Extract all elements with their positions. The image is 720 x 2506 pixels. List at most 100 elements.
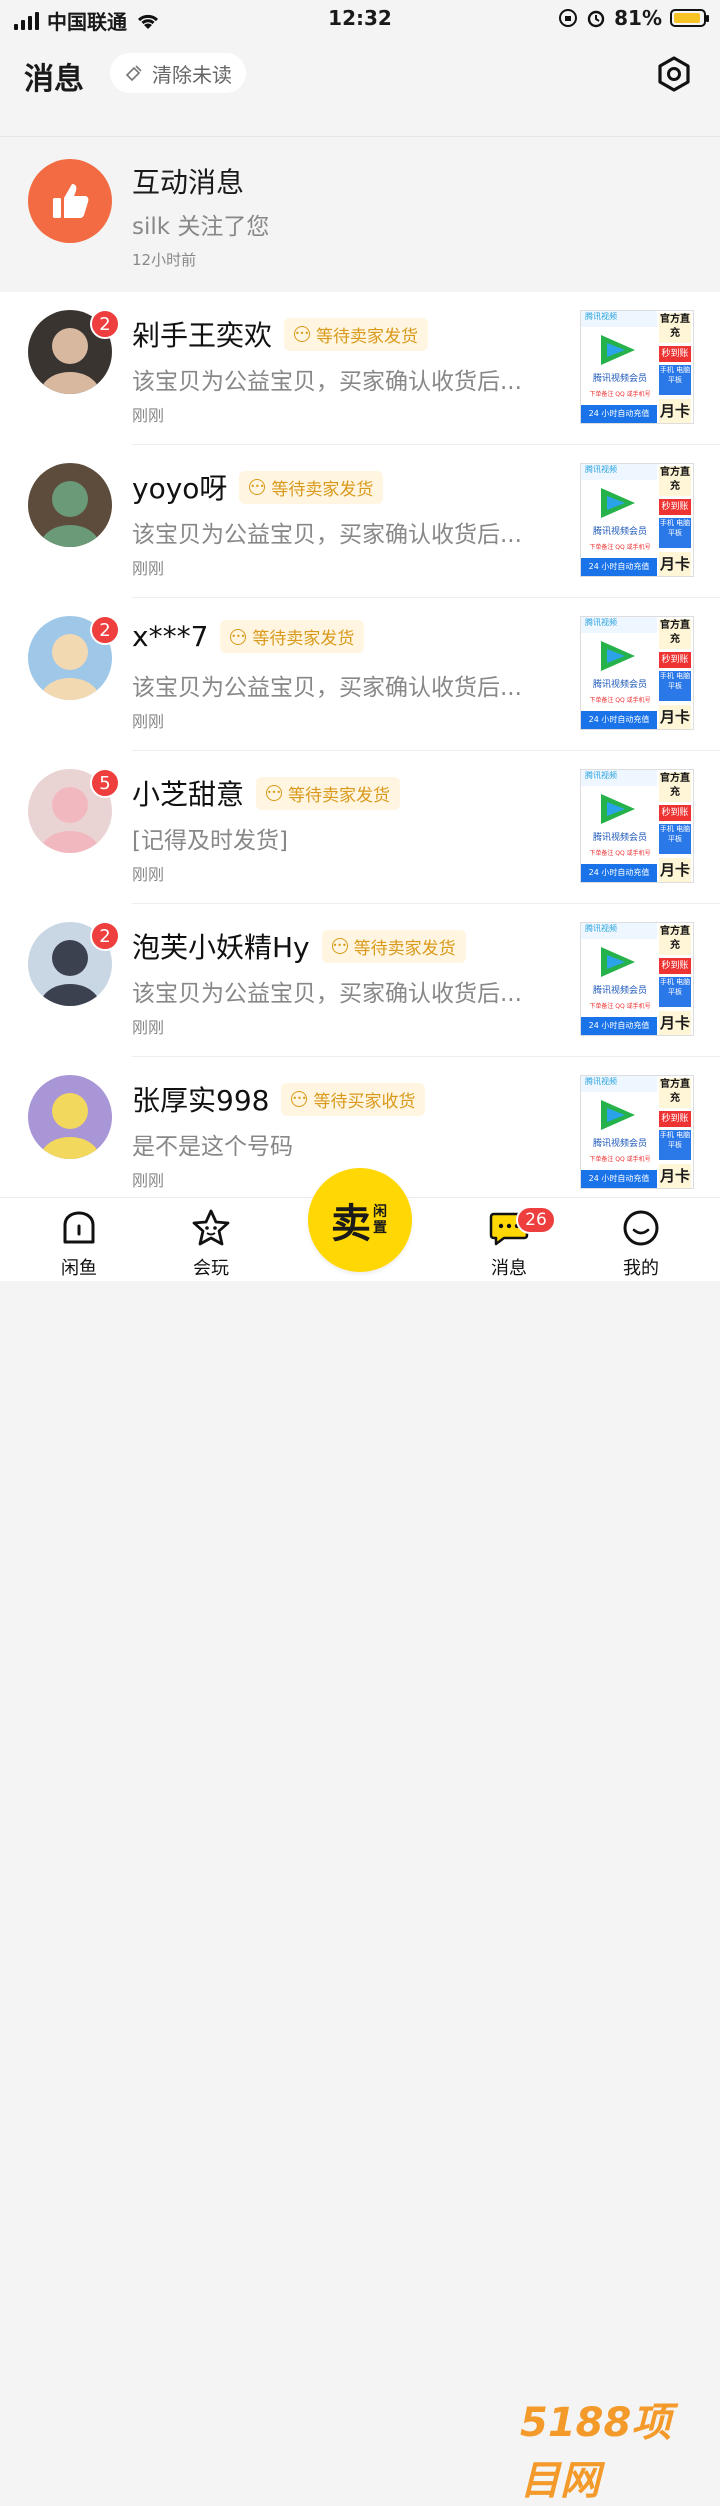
product-brand: 腾讯视频 [581,464,659,480]
product-badge-flash: 秒到账 [659,499,691,515]
status-bar: 中国联通 12:32 81% [0,0,720,38]
product-badge-official: 官方直充 [659,313,691,343]
conversation-list: 2 剁手王奕欢 ••• 等待卖家发货 该宝贝为公益宝贝，买家确认收货后... 刚… [0,292,720,1210]
product-badge-official: 官方直充 [659,925,691,955]
product-badge-official: 官方直充 [659,466,691,496]
product-badge-official: 官方直充 [659,772,691,802]
product-name: 腾讯视频会员 [592,680,647,690]
product-bottom-text: 24 小时自动充值 [581,558,657,576]
order-status-label: 等待卖家发货 [316,326,419,347]
message-preview: 该宝贝为公益宝贝，买家确认收货后... [132,369,522,395]
page-header: 消息 清除未读 [0,40,720,110]
tab-home-label: 闲鱼 [61,1258,97,1279]
product-badge-flash: 秒到账 [659,346,691,362]
order-status-label: 等待卖家发货 [252,629,355,649]
product-badge-flash: 秒到账 [659,1111,691,1127]
product-devices: 手机 电脑 平板 [659,671,691,701]
video-play-logo-icon [601,641,635,671]
conversation-row[interactable]: 2 泡芙小妖精Hy ••• 等待卖家发货 该宝贝为公益宝贝，买家确认收货后...… [0,904,720,1057]
product-devices: 手机 电脑 平板 [659,518,691,548]
tab-home[interactable]: 闲鱼 [34,1208,124,1280]
product-badge-official: 官方直充 [659,619,691,649]
product-brand: 腾讯视频 [581,770,659,786]
tab-mine[interactable]: 我的 [596,1208,686,1280]
message-preview: [记得及时发货] [132,828,288,854]
product-brand: 腾讯视频 [581,617,659,633]
like-icon [28,159,112,243]
product-badge-flash: 秒到账 [659,958,691,974]
order-status-tag: ••• 等待卖家发货 [239,470,384,504]
battery-icon [670,9,709,27]
product-bottom-text: 24 小时自动充值 [581,864,657,882]
tab-play[interactable]: 会玩 [166,1208,256,1280]
video-play-logo-icon [601,794,635,824]
product-thumbnail[interactable]: 腾讯视频 腾讯视频会员 下单备注 QQ 或手机号 24 小时自动充值 官方直充 … [580,310,694,424]
product-name: 腾讯视频会员 [592,374,647,384]
page-title: 消息 [24,62,84,97]
avatar[interactable] [28,1075,112,1159]
conversation-row[interactable]: 2 剁手王奕欢 ••• 等待卖家发货 该宝贝为公益宝贝，买家确认收货后... 刚… [0,292,720,445]
product-note: 下单备注 QQ 或手机号 [589,544,651,551]
bottom-tab-bar: 闲鱼 会玩 卖 闲置 消息 26 我的 5188项目网 [0,1168,720,2504]
message-time: 刚刚 [132,712,165,731]
contact-name: 剁手王奕欢 [132,319,273,352]
smile-face-icon [623,1210,659,1246]
product-period: 月卡 [659,1164,691,1188]
more-dots-icon: ••• [331,938,348,954]
product-devices: 手机 电脑 平板 [659,824,691,854]
product-devices: 手机 电脑 平板 [659,977,691,1007]
contact-name: x***7 [132,620,209,653]
avatar[interactable] [28,463,112,547]
video-play-logo-icon [601,488,635,518]
message-time: 刚刚 [132,559,165,578]
order-status-tag: ••• 等待买家收货 [281,1082,426,1116]
product-thumbnail[interactable]: 腾讯视频 腾讯视频会员 下单备注 QQ 或手机号 24 小时自动充值 官方直充 … [580,769,694,883]
product-period: 月卡 [659,552,691,576]
order-status-label: 等待卖家发货 [271,479,374,500]
order-status-tag: ••• 等待卖家发货 [220,620,365,653]
message-preview: 该宝贝为公益宝贝，买家确认收货后... [132,522,522,548]
product-bottom-text: 24 小时自动充值 [581,1017,657,1035]
clear-unread-button[interactable]: 清除未读 [110,53,246,93]
product-thumbnail[interactable]: 腾讯视频 腾讯视频会员 下单备注 QQ 或手机号 24 小时自动充值 官方直充 … [580,616,694,730]
more-dots-icon: ••• [294,326,311,342]
product-note: 下单备注 QQ 或手机号 [589,697,651,704]
product-note: 下单备注 QQ 或手机号 [589,1003,651,1010]
product-thumbnail[interactable]: 腾讯视频 腾讯视频会员 下单备注 QQ 或手机号 24 小时自动充值 官方直充 … [580,463,694,577]
tab-mine-label: 我的 [623,1258,659,1279]
product-brand: 腾讯视频 [581,923,659,939]
conversation-row[interactable]: 2 x***7 ••• 等待卖家发货 该宝贝为公益宝贝，买家确认收货后... 刚… [0,598,720,751]
product-brand: 腾讯视频 [581,1076,659,1092]
product-period: 月卡 [659,705,691,729]
order-status-label: 等待买家收货 [313,1091,416,1112]
order-status-label: 等待卖家发货 [288,785,391,806]
product-period: 月卡 [659,399,691,423]
message-preview: 是不是这个号码 [132,1134,293,1160]
order-status-tag: ••• 等待卖家发货 [321,929,466,963]
order-status-label: 等待卖家发货 [353,938,456,959]
product-thumbnail[interactable]: 腾讯视频 腾讯视频会员 下单备注 QQ 或手机号 24 小时自动充值 官方直充 … [580,922,694,1036]
message-time: 刚刚 [132,406,165,425]
tab-play-label: 会玩 [193,1258,229,1279]
message-preview: 该宝贝为公益宝贝，买家确认收货后... [132,981,522,1007]
sell-button[interactable]: 卖 闲置 [308,1168,412,1272]
product-badge-flash: 秒到账 [659,805,691,821]
broom-icon [125,65,142,82]
home-icon [63,1211,95,1244]
interaction-messages-entry[interactable]: 互动消息 silk 关注了您 12小时前 [0,136,720,287]
product-note: 下单备注 QQ 或手机号 [589,391,651,398]
product-name: 腾讯视频会员 [592,1139,647,1149]
message-time: 刚刚 [132,865,165,884]
product-bottom-text: 24 小时自动充值 [581,1170,657,1188]
product-devices: 手机 电脑 平板 [659,1130,691,1160]
more-dots-icon: ••• [249,479,266,495]
conversation-row[interactable]: 5 小芝甜意 ••• 等待卖家发货 [记得及时发货] 刚刚 腾讯视频 腾讯视频会… [0,751,720,904]
settings-icon[interactable] [656,56,692,92]
tab-messages[interactable]: 消息 26 [464,1206,556,1280]
contact-name: 泡芙小妖精Hy [132,931,310,964]
interaction-time: 12小时前 [132,251,197,269]
product-badge-official: 官方直充 [659,1078,691,1108]
conversation-row[interactable]: yoyo呀 ••• 等待卖家发货 该宝贝为公益宝贝，买家确认收货后... 刚刚 … [0,445,720,598]
product-bottom-text: 24 小时自动充值 [581,405,657,423]
product-thumbnail[interactable]: 腾讯视频 腾讯视频会员 下单备注 QQ 或手机号 24 小时自动充值 官方直充 … [580,1075,694,1189]
